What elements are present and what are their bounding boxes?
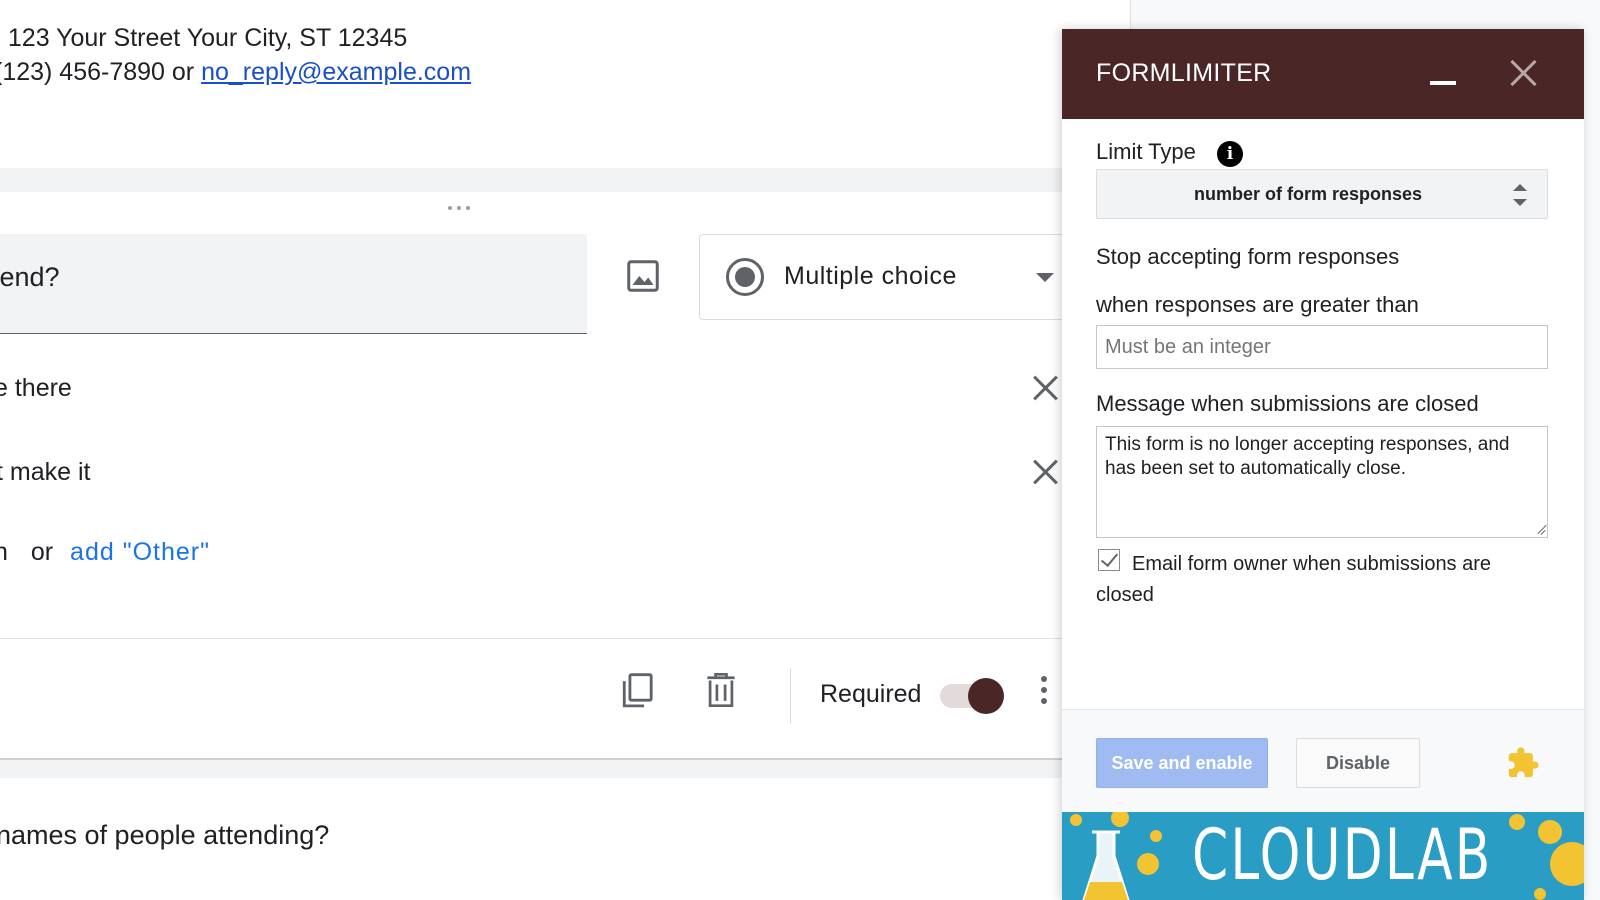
contact-phone: (123) 456-7890 or [0, 58, 202, 86]
dropdown-arrow-icon [1036, 273, 1054, 282]
required-toggle-knob[interactable] [968, 678, 1004, 714]
threshold-input[interactable] [1096, 325, 1548, 369]
option-1-text[interactable]: e there [0, 374, 72, 403]
add-option-or: or [30, 538, 54, 566]
more-vert-icon[interactable] [1041, 676, 1047, 704]
card-separator [0, 758, 1130, 778]
add-other-link[interactable]: add "Other" [70, 538, 210, 566]
panel-header: FORMLIMITER [1062, 29, 1584, 119]
required-label: Required [820, 680, 922, 708]
info-icon[interactable]: i [1217, 141, 1243, 167]
limit-type-label: Limit Type [1096, 139, 1196, 164]
threshold-label: when responses are greater than [1096, 292, 1419, 317]
add-option-row: n or add "Other" [0, 538, 210, 567]
close-option-icon[interactable] [1033, 459, 1059, 485]
email-owner-checkbox[interactable] [1098, 549, 1120, 571]
updown-icon [1513, 184, 1527, 206]
footer-vertical-divider [790, 668, 791, 724]
flask-icon [1082, 830, 1130, 900]
option-2-text[interactable]: t make it [0, 458, 90, 487]
radio-icon [726, 258, 764, 296]
card-footer-divider [0, 638, 1130, 639]
close-option-icon[interactable] [1033, 375, 1059, 401]
stop-accepting-label: Stop accepting form responses [1096, 244, 1400, 269]
panel-title: FORMLIMITER [1096, 59, 1272, 87]
address-line: : 123 Your Street Your City, ST 12345 [0, 24, 408, 52]
question-title-text: tend? [0, 262, 60, 292]
question-type-label: Multiple choice [784, 262, 957, 290]
save-and-enable-button[interactable]: Save and enable [1096, 738, 1268, 788]
limit-type-select[interactable]: number of form responses [1096, 169, 1548, 219]
form-editor: : 123 Your Street Your City, ST 12345 (1… [0, 0, 1130, 900]
copy-icon[interactable] [620, 672, 654, 710]
close-icon[interactable] [1510, 59, 1538, 87]
disable-button[interactable]: Disable [1296, 738, 1420, 788]
panel-footer: Save and enable Disable [1062, 709, 1584, 812]
puzzle-icon[interactable] [1506, 746, 1540, 780]
email-owner-label: Email form owner when submissions are cl… [1096, 553, 1492, 606]
closed-message-label: Message when submissions are closed [1096, 391, 1479, 416]
textarea-resize-handle[interactable] [1534, 524, 1546, 536]
contact-line: (123) 456-7890 or no_reply@example.com [0, 58, 471, 87]
add-option-text[interactable]: n [0, 538, 8, 566]
contact-email-link[interactable]: no_reply@example.com [201, 58, 471, 86]
minimize-icon[interactable] [1430, 81, 1456, 85]
limit-type-value: number of form responses [1193, 184, 1423, 204]
cloudlab-banner: CLOUDLAB [1062, 812, 1584, 900]
drag-handle[interactable] [448, 206, 470, 210]
image-icon[interactable] [624, 258, 662, 294]
formlimiter-panel: FORMLIMITER Limit Type i number of form … [1062, 29, 1584, 900]
closed-message-textarea[interactable]: This form is no longer accepting respons… [1096, 426, 1548, 538]
question-title-field[interactable]: tend? [0, 234, 587, 334]
trash-icon[interactable] [706, 672, 736, 708]
card-separator [0, 168, 1130, 192]
next-question-title[interactable]: names of people attending? [0, 820, 329, 851]
banner-logo-text: CLOUDLAB [1192, 814, 1493, 896]
